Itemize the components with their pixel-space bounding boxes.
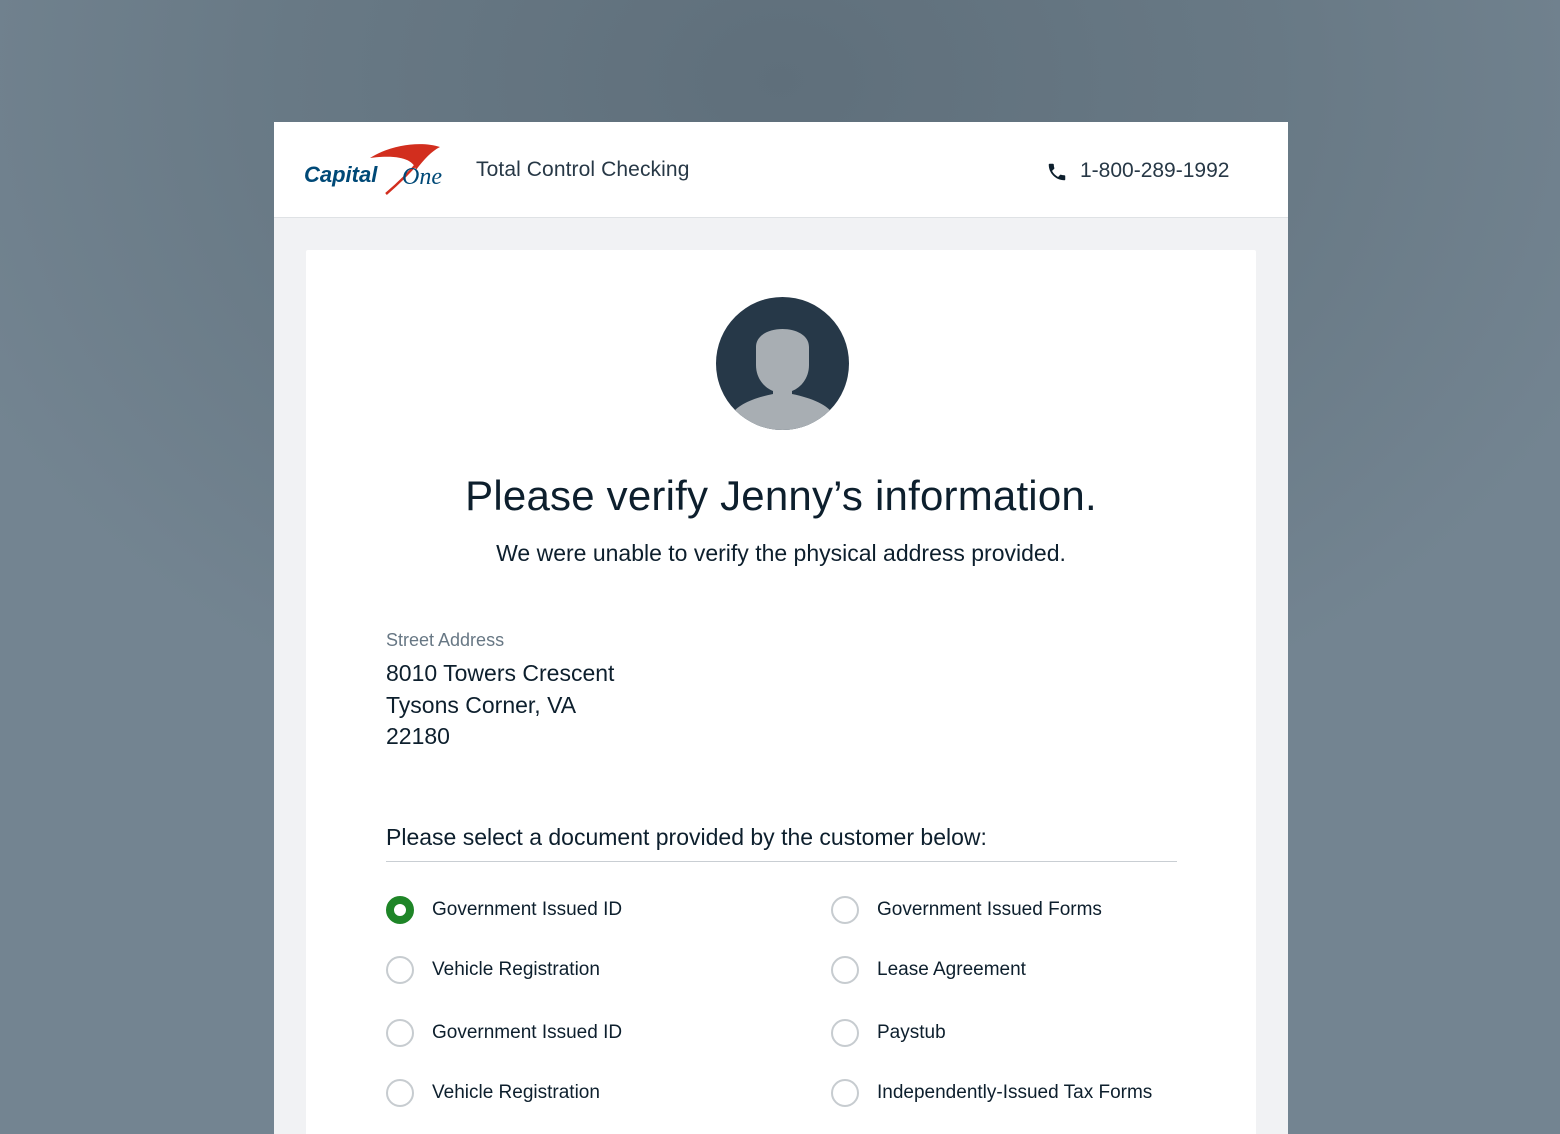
radio-button[interactable] xyxy=(831,1079,859,1107)
product-name: Total Control Checking xyxy=(476,158,690,181)
page-title: Please verify Jenny’s information. xyxy=(465,472,1097,519)
document-option-government-issued-id-2[interactable]: Government Issued ID xyxy=(386,1019,622,1047)
document-option-vehicle-registration[interactable]: Vehicle Registration xyxy=(386,956,600,984)
document-option-paystub[interactable]: Paystub xyxy=(831,1019,946,1047)
option-label: Government Issued ID xyxy=(432,1022,623,1043)
verification-card: Please verify Jenny’s information. We we… xyxy=(306,250,1256,1134)
app-window: Capital One Total Control Checking 1-800… xyxy=(274,122,1288,1134)
radio-button[interactable] xyxy=(831,956,859,984)
option-label: Lease Agreement xyxy=(877,959,1026,980)
header-bar: Capital One Total Control Checking 1-800… xyxy=(274,122,1288,218)
address-line-3: 22180 xyxy=(386,723,450,749)
address-line-1: 8010 Towers Crescent xyxy=(386,660,615,686)
document-prompt: Please select a document provided by the… xyxy=(386,824,987,850)
document-option-vehicle-registration-2[interactable]: Vehicle Registration xyxy=(386,1079,600,1107)
option-label: Independently-Issued Tax Forms xyxy=(877,1082,1153,1103)
svg-text:Capital: Capital xyxy=(304,162,378,187)
phone-icon xyxy=(1048,163,1066,181)
document-option-independently-issued-tax-forms[interactable]: Independently-Issued Tax Forms xyxy=(831,1079,1152,1107)
radio-button[interactable] xyxy=(831,896,859,924)
divider xyxy=(386,861,1177,862)
radio-button[interactable] xyxy=(386,956,414,984)
option-label: Vehicle Registration xyxy=(432,1082,600,1103)
capital-one-logo[interactable]: Capital One xyxy=(304,142,456,198)
document-option-lease-agreement[interactable]: Lease Agreement xyxy=(831,956,1026,984)
page-subtitle: We were unable to verify the physical ad… xyxy=(496,540,1066,566)
radio-button[interactable] xyxy=(386,896,414,924)
option-label: Vehicle Registration xyxy=(432,959,600,980)
option-label: Government Issued ID xyxy=(432,899,623,920)
radio-button[interactable] xyxy=(386,1019,414,1047)
option-label: Government Issued Forms xyxy=(877,899,1102,920)
support-phone[interactable]: 1-800-289-1992 xyxy=(1046,158,1229,183)
person-silhouette-icon xyxy=(716,297,849,430)
option-label: Paystub xyxy=(877,1022,946,1043)
radio-button[interactable] xyxy=(831,1019,859,1047)
address-line-2: Tysons Corner, VA xyxy=(386,692,577,718)
street-address-label: Street Address xyxy=(386,630,505,650)
document-option-government-issued-forms[interactable]: Government Issued Forms xyxy=(831,896,1102,924)
document-option-government-issued-id[interactable]: Government Issued ID xyxy=(386,896,622,924)
svg-text:One: One xyxy=(402,164,442,190)
phone-number[interactable]: 1-800-289-1992 xyxy=(1080,159,1229,183)
radio-button[interactable] xyxy=(386,1079,414,1107)
